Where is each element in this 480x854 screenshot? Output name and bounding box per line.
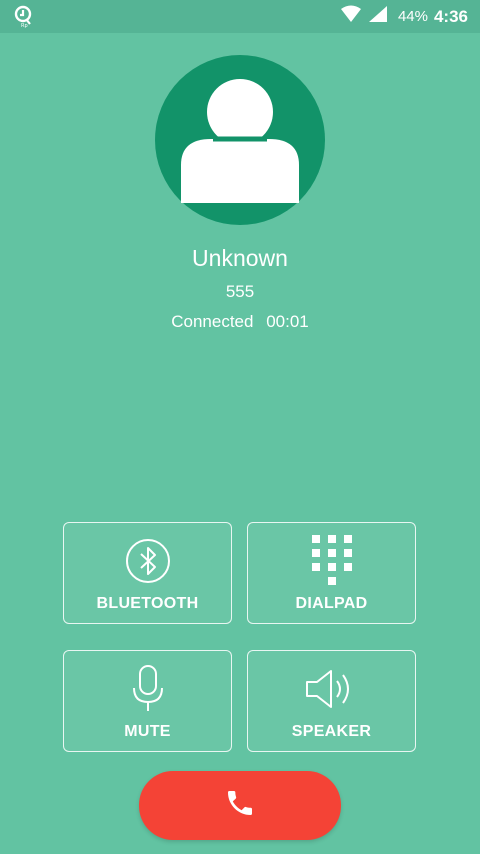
mute-button[interactable]: MUTE xyxy=(63,650,232,752)
app-notification-icon: Rp xyxy=(12,4,36,29)
person-icon xyxy=(181,79,299,203)
call-state: Connected xyxy=(171,312,254,331)
call-screen: Rp 44% 4:36 Unknown 555 Connected 00:01 … xyxy=(0,0,480,854)
speaker-icon xyxy=(248,663,415,715)
call-status: Connected 00:01 xyxy=(0,312,480,332)
contact-avatar xyxy=(155,55,325,225)
status-bar: Rp 44% 4:36 xyxy=(0,0,480,33)
dialpad-icon xyxy=(248,535,415,587)
bluetooth-button[interactable]: BLUETOOTH xyxy=(63,522,232,624)
dialpad-button[interactable]: DIALPAD xyxy=(247,522,416,624)
dialpad-label: DIALPAD xyxy=(295,595,368,612)
bluetooth-label: BLUETOOTH xyxy=(96,595,199,612)
wifi-icon xyxy=(340,5,362,28)
caller-name: Unknown xyxy=(192,245,288,271)
speaker-button[interactable]: SPEAKER xyxy=(247,650,416,752)
clock: 4:36 xyxy=(433,6,468,26)
mute-label: MUTE xyxy=(124,723,171,740)
phone-hangup-icon xyxy=(224,787,256,824)
battery-percentage: 44% xyxy=(397,8,428,25)
call-duration: 00:01 xyxy=(266,312,309,331)
bluetooth-icon xyxy=(64,535,231,587)
speaker-label: SPEAKER xyxy=(291,723,372,740)
svg-text:Rp: Rp xyxy=(21,23,28,28)
cellular-signal-icon xyxy=(368,5,388,28)
status-right: 44% 4:36 xyxy=(340,0,468,33)
caller-number: 555 xyxy=(225,282,255,301)
end-call-button[interactable] xyxy=(139,771,341,840)
microphone-icon xyxy=(64,663,231,715)
